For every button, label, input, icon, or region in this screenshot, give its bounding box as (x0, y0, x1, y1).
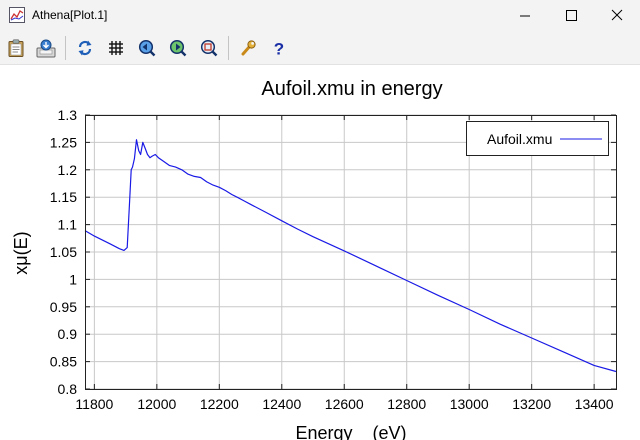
y-tick-label: 0.95 (50, 299, 77, 315)
maximize-icon (566, 10, 577, 21)
x-axis-label: Energy (eV) (295, 423, 406, 440)
y-axis-label: xμ(E) (11, 231, 31, 274)
chart-title: Aufoil.xmu in energy (261, 78, 442, 100)
clipboard-icon (8, 39, 24, 57)
zoom-button[interactable] (197, 35, 221, 61)
minimize-icon (520, 15, 530, 17)
zoom-back-button[interactable] (135, 35, 159, 61)
maximize-button[interactable] (548, 0, 594, 32)
x-tick-label: 12400 (262, 396, 301, 412)
y-tick-label: 1.15 (50, 189, 77, 205)
window-title: Athena[Plot.1] (32, 8, 108, 22)
save-export-icon (36, 39, 56, 58)
y-tick-label: 1.25 (50, 134, 77, 150)
series-layer (84, 139, 617, 373)
x-tick-label: 12200 (200, 396, 239, 412)
toolbar-separator (65, 36, 66, 60)
legend: Aufoil.xmu (466, 121, 609, 156)
app-plot-icon (9, 7, 25, 23)
y-tick-label: 1 (69, 271, 77, 287)
save-button[interactable] (33, 35, 57, 61)
toolbar-separator (228, 36, 229, 60)
plot-area[interactable]: Aufoil.xmu in energy 0.8 0.85 0.9 0.95 1 1.05… (0, 65, 640, 440)
svg-text:?: ? (274, 40, 284, 58)
close-icon (611, 9, 623, 21)
x-tick-label: 12600 (325, 396, 364, 412)
series-line (84, 139, 617, 373)
gridlines (85, 114, 616, 390)
y-tick-label: 1.05 (50, 244, 77, 260)
copy-button[interactable] (4, 35, 28, 61)
wrench-icon (241, 40, 256, 56)
y-tick-labels: 0.8 0.85 0.9 0.95 1 1.05 1.1 1.15 1.2 1.25 1.3 (50, 107, 77, 397)
x-tick-label: 12000 (137, 396, 176, 412)
y-tick-label: 0.8 (58, 381, 78, 397)
help-icon: ? (274, 40, 284, 58)
zoom-icon (200, 39, 218, 57)
x-tick-label: 12800 (387, 396, 426, 412)
y-tick-label: 0.9 (58, 326, 78, 342)
minimize-button[interactable] (502, 0, 548, 32)
zoom-forward-icon (169, 39, 187, 57)
x-tick-label: 13000 (450, 396, 489, 412)
y-tick-label: 1.3 (58, 107, 78, 123)
x-tick-label: 11800 (75, 396, 113, 412)
legend-label: Aufoil.xmu (487, 131, 552, 147)
close-button[interactable] (594, 0, 640, 32)
help-button[interactable]: ? (267, 35, 291, 61)
x-tick-labels: 11800 12000 12200 12400 12600 12800 13000 13200… (75, 396, 613, 412)
grid-icon (109, 41, 123, 55)
grid-toggle-button[interactable] (104, 35, 128, 61)
y-tick-label: 0.85 (50, 354, 77, 370)
y-tick-label: 1.1 (58, 217, 78, 233)
settings-button[interactable] (236, 35, 260, 61)
refresh-icon (78, 40, 92, 56)
title-bar: Athena[Plot.1] (0, 0, 640, 32)
refresh-button[interactable] (73, 35, 97, 61)
x-tick-label: 13200 (512, 396, 551, 412)
x-tick-label: 13400 (575, 396, 614, 412)
zoom-forward-button[interactable] (166, 35, 190, 61)
toolbar: ? (0, 32, 640, 65)
y-tick-label: 1.2 (58, 162, 78, 178)
zoom-back-icon (138, 39, 156, 57)
